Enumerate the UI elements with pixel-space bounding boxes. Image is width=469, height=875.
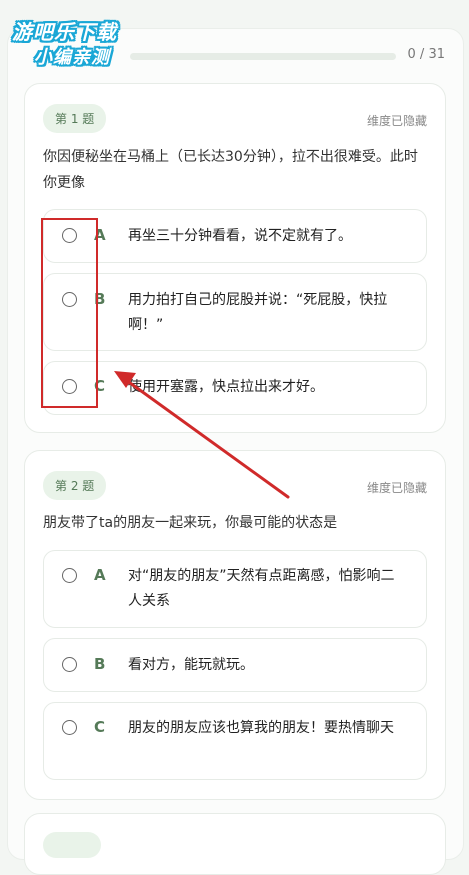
watermark-line-1: 游吧乐下载	[12, 20, 117, 44]
question-number-badge	[43, 832, 101, 858]
option-text: 用力拍打自己的屁股并说：“死屁股，快拉啊！”	[128, 292, 388, 333]
dimension-hidden-label: 维度已隐藏	[366, 114, 427, 128]
option-text: 使用开塞露，快点拉出来才好。	[128, 379, 324, 395]
watermark-line-2: 小编亲测	[34, 47, 110, 68]
option-text: 看对方，能玩就玩。	[128, 657, 254, 673]
progress-bar	[130, 53, 396, 60]
option-a[interactable]: A 对“朋友的朋友”天然有点距离感，怕影响二人关系	[43, 550, 427, 628]
question-number-badge: 第 2 题	[43, 471, 107, 500]
radio-button[interactable]	[62, 720, 77, 735]
option-b[interactable]: B 看对方，能玩就玩。	[43, 638, 427, 692]
option-c[interactable]: C 使用开塞露，快点拉出来才好。	[43, 361, 427, 415]
watermark-logo: 游吧乐下载 小编亲测	[6, 10, 151, 70]
radio-button[interactable]	[62, 657, 77, 672]
option-text: 再坐三十分钟看看，说不定就有了。	[128, 228, 352, 244]
question-card-2: 第 2 题 维度已隐藏 朋友带了ta的朋友一起来玩，你最可能的状态是 A 对“朋…	[24, 450, 446, 800]
dimension-hidden-label: 维度已隐藏	[366, 481, 427, 495]
option-text: 朋友的朋友应该也算我的朋友！要热情聊天	[128, 720, 394, 736]
question-card-3	[24, 813, 446, 875]
option-letter: A	[94, 566, 106, 584]
highlight-box	[41, 218, 98, 408]
option-b[interactable]: B 用力拍打自己的屁股并说：“死屁股，快拉啊！”	[43, 273, 427, 351]
option-letter: C	[94, 718, 106, 736]
radio-button[interactable]	[62, 568, 77, 583]
progress-counter: 0 / 31	[407, 47, 445, 62]
option-a[interactable]: A 再坐三十分钟看看，说不定就有了。	[43, 209, 427, 263]
question-text: 朋友带了ta的朋友一起来玩，你最可能的状态是	[43, 515, 338, 531]
option-c[interactable]: C 朋友的朋友应该也算我的朋友！要热情聊天	[43, 702, 427, 780]
option-letter: B	[94, 655, 106, 673]
question-text: 你因便秘坐在马桶上（已长达30分钟），拉不出很难受。此时你更像	[43, 149, 418, 191]
option-text: 对“朋友的朋友”天然有点距离感，怕影响二人关系	[128, 568, 395, 609]
question-number-badge: 第 1 题	[43, 104, 107, 133]
